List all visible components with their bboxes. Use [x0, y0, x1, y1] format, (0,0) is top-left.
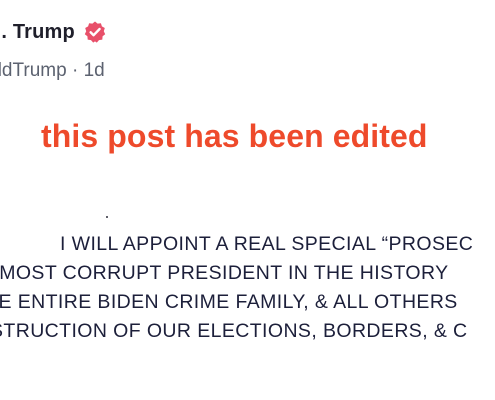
author-handle[interactable]: onaldTrump — [0, 60, 67, 81]
social-post: J. Trump onaldTrump · 1d this post has b… — [0, 0, 495, 400]
stray-dot — [106, 216, 108, 218]
author-name-row[interactable]: J. Trump — [0, 20, 107, 44]
verified-badge-icon — [83, 20, 107, 44]
post-body-line: STRUCTION OF OUR ELECTIONS, BORDERS, & C — [0, 320, 468, 342]
post-header: J. Trump onaldTrump · 1d — [0, 20, 495, 90]
post-body-line: E MOST CORRUPT PRESIDENT IN THE HISTORY — [0, 262, 449, 284]
post-meta: onaldTrump · 1d — [0, 60, 105, 82]
meta-separator: · — [71, 60, 79, 81]
post-age[interactable]: 1d — [84, 60, 105, 81]
post-body-line: I WILL APPOINT A REAL SPECIAL “PROSEC — [60, 233, 474, 255]
post-body: I WILL APPOINT A REAL SPECIAL “PROSEC E … — [0, 230, 495, 346]
edited-notice: this post has been edited — [41, 118, 428, 154]
author-display-name[interactable]: J. Trump — [0, 21, 75, 44]
post-body-line: HE ENTIRE BIDEN CRIME FAMILY, & ALL OTHE… — [0, 291, 458, 313]
